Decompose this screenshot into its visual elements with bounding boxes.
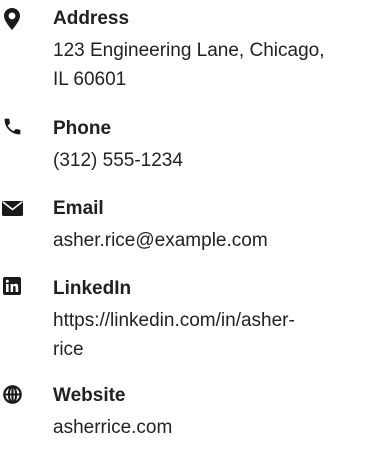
contact-list: Address 123 Engineering Lane, Chicago, I… [0, 0, 388, 449]
phone-value[interactable]: (312) 555-1234 [53, 146, 383, 175]
website-value[interactable]: asherrice.com [53, 413, 383, 442]
linkedin-line-2[interactable]: rice [53, 335, 383, 364]
address-label: Address [53, 8, 130, 29]
linkedin-label: LinkedIn [53, 278, 132, 299]
phone-icon [0, 115, 24, 137]
globe-icon [0, 384, 24, 404]
map-pin-icon [0, 8, 24, 30]
email-value[interactable]: asher.rice@example.com [53, 226, 383, 255]
address-line-1: 123 Engineering Lane, Chicago, [53, 40, 325, 61]
linkedin-icon [0, 277, 24, 295]
envelope-icon [0, 200, 24, 216]
website-label: Website [53, 385, 126, 406]
linkedin-line-1[interactable]: https://linkedin.com/in/asher- [53, 306, 383, 335]
address-line-2: IL 60601 [53, 69, 127, 90]
phone-label: Phone [53, 118, 112, 139]
email-label: Email [53, 198, 104, 219]
